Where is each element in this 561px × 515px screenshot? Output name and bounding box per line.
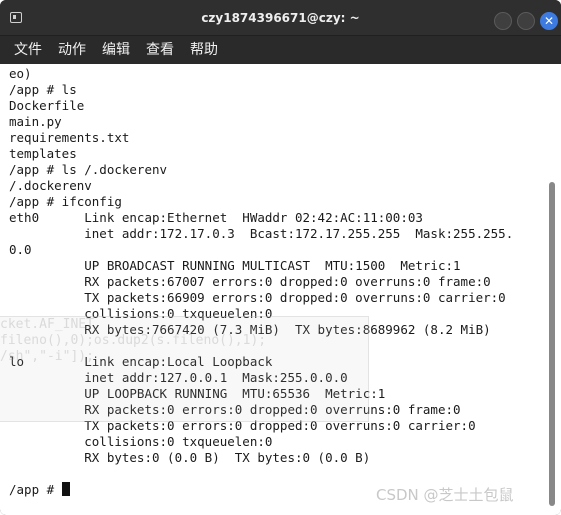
terminal-output: eo) /app # ls Dockerfile main.py require… [9, 66, 514, 465]
watermark: CSDN @芝士土包鼠 [376, 486, 514, 504]
shell-prompt: /app # [9, 482, 62, 497]
prompt-line[interactable]: /app # [9, 482, 70, 498]
text-cursor [61, 482, 70, 496]
terminal-area[interactable]: eo) /app # ls Dockerfile main.py require… [0, 64, 561, 515]
window-title: czy1874396671@czy: ~ [201, 11, 360, 25]
menu-bar: 文件 动作 编辑 查看 帮助 [0, 36, 561, 64]
terminal-window: czy1874396671@czy: ~ ✕ 文件 动作 编辑 查看 帮助 eo… [0, 0, 561, 515]
close-button[interactable]: ✕ [540, 12, 558, 30]
title-bar[interactable]: czy1874396671@czy: ~ ✕ [0, 0, 561, 36]
menu-help[interactable]: 帮助 [190, 36, 218, 64]
menu-file[interactable]: 文件 [14, 36, 42, 64]
maximize-button[interactable] [517, 12, 535, 30]
menu-edit[interactable]: 编辑 [102, 36, 130, 64]
close-icon: ✕ [543, 14, 555, 28]
menu-action[interactable]: 动作 [58, 36, 86, 64]
menu-view[interactable]: 查看 [146, 36, 174, 64]
minimize-button[interactable] [494, 12, 512, 30]
scrollbar[interactable] [549, 182, 555, 506]
